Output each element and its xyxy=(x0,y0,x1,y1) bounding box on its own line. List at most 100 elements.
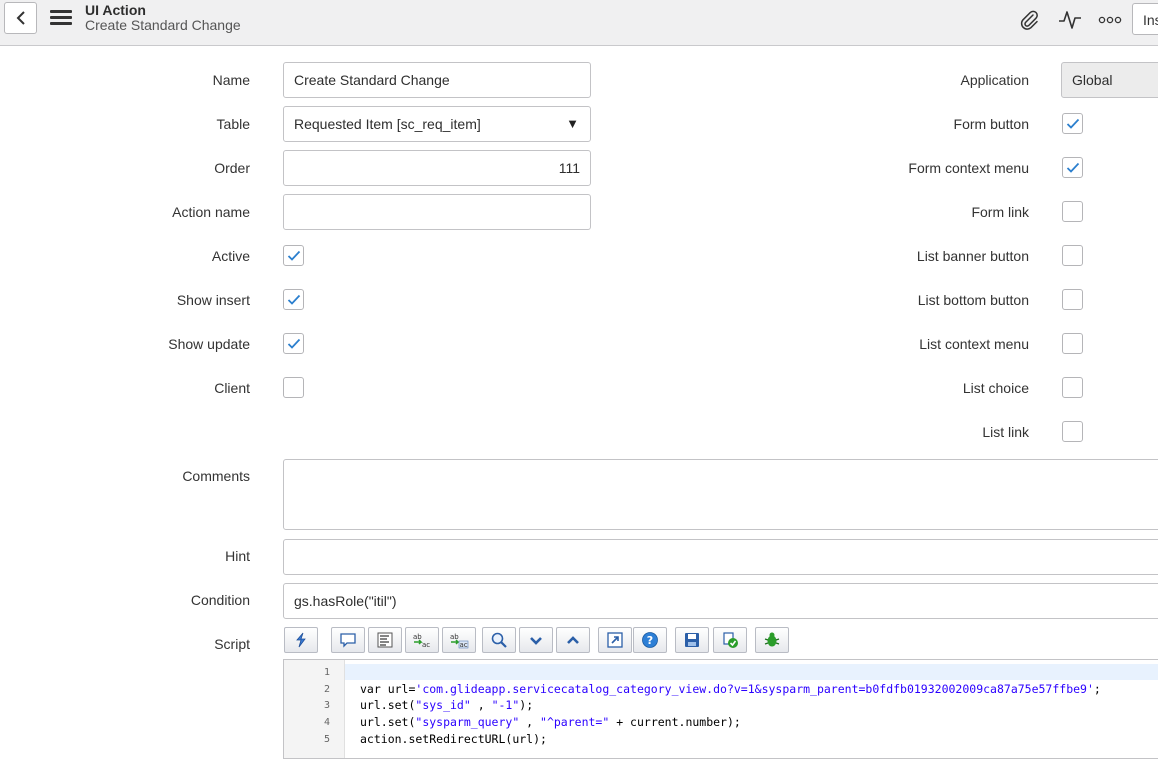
comment-icon xyxy=(340,633,356,648)
comments-textarea[interactable] xyxy=(283,459,1158,530)
search-icon xyxy=(491,632,507,648)
comments-label: Comments xyxy=(182,468,250,484)
svg-text:ac: ac xyxy=(460,641,468,649)
paperclip-icon[interactable] xyxy=(1016,8,1042,32)
code-string-token: "sysparm_query" xyxy=(415,715,520,729)
list-bottom-button-checkbox[interactable] xyxy=(1062,289,1083,310)
table-select[interactable]: Requested Item [sc_req_item] ▼ xyxy=(283,106,591,142)
insert-button[interactable]: Ins xyxy=(1132,3,1158,35)
script-label: Script xyxy=(214,636,250,652)
order-label: Order xyxy=(214,160,250,176)
line-number: 2 xyxy=(323,684,330,695)
hint-label: Hint xyxy=(225,548,250,564)
fold-down-button[interactable] xyxy=(519,627,553,653)
help-icon: ? xyxy=(642,632,658,648)
check-syntax-icon xyxy=(723,632,738,648)
script-editor[interactable]: 1 2 3 4 5 var url='com.glideapp.servicec… xyxy=(283,659,1158,759)
code-string-token: "sys_id" xyxy=(415,698,471,712)
show-update-checkbox[interactable] xyxy=(283,333,304,354)
debug-button[interactable] xyxy=(755,627,789,653)
application-label: Application xyxy=(960,72,1030,88)
chevron-left-icon xyxy=(16,11,25,25)
comment-button[interactable] xyxy=(331,627,365,653)
list-context-menu-checkbox[interactable] xyxy=(1062,333,1083,354)
active-checkbox[interactable] xyxy=(283,245,304,266)
search-button[interactable] xyxy=(482,627,516,653)
format-code-icon xyxy=(296,632,306,648)
code-token: var url= xyxy=(360,682,416,696)
check-syntax-button[interactable] xyxy=(713,627,747,653)
code-string-token: "^parent=" xyxy=(540,715,610,729)
page-subtitle: Create Standard Change xyxy=(85,17,241,33)
line-number: 4 xyxy=(323,717,330,728)
checkmark-icon xyxy=(287,250,300,261)
condition-input[interactable]: gs.hasRole("itil") xyxy=(283,583,1158,619)
checkmark-icon xyxy=(287,294,300,305)
form-button-checkbox[interactable] xyxy=(1062,113,1083,134)
checkmark-icon xyxy=(287,338,300,349)
fold-down-icon xyxy=(530,637,542,645)
show-update-label: Show update xyxy=(168,336,250,352)
line-number: 3 xyxy=(323,700,330,711)
help-button[interactable]: ? xyxy=(633,627,667,653)
code-token: + current.number); xyxy=(609,715,741,729)
svg-text:ab: ab xyxy=(450,633,459,641)
code-token: action.setRedirectURL(url); xyxy=(360,732,547,746)
condition-label: Condition xyxy=(190,592,250,608)
application-field: Global xyxy=(1061,62,1158,98)
show-insert-checkbox[interactable] xyxy=(283,289,304,310)
hamburger-icon[interactable] xyxy=(50,10,72,26)
checkmark-icon xyxy=(1066,118,1079,129)
activity-icon[interactable] xyxy=(1057,8,1083,32)
name-input[interactable]: Create Standard Change xyxy=(283,62,591,98)
active-line-highlight xyxy=(345,664,1158,680)
hint-input[interactable] xyxy=(283,539,1158,575)
code-line: action.setRedirectURL(url); xyxy=(360,732,547,746)
form-context-menu-label: Form context menu xyxy=(908,160,1029,176)
code-token: url.set( xyxy=(360,698,416,712)
code-string-token: "-1" xyxy=(491,698,520,712)
code-line: url.set("sysparm_query" , "^parent=" + c… xyxy=(360,715,741,729)
fold-up-icon xyxy=(567,636,579,644)
code-token: , xyxy=(519,715,541,729)
code-string-token: 'com.glideapp.servicecatalog_category_vi… xyxy=(415,682,1094,696)
text-block-button[interactable] xyxy=(368,627,402,653)
page-title: UI Action xyxy=(85,2,146,18)
client-checkbox[interactable] xyxy=(283,377,304,398)
back-button[interactable] xyxy=(4,2,37,34)
action-name-label: Action name xyxy=(172,204,250,220)
list-banner-button-label: List banner button xyxy=(916,248,1029,264)
replace-button[interactable]: ab ac xyxy=(405,627,439,653)
order-input[interactable]: 111 xyxy=(283,150,591,186)
debug-icon xyxy=(764,632,780,647)
list-link-label: List link xyxy=(982,424,1029,440)
form-header: UI Action Create Standard Change Ins xyxy=(0,0,1158,46)
form-link-checkbox[interactable] xyxy=(1062,201,1083,222)
action-name-input[interactable] xyxy=(283,194,591,230)
active-label: Active xyxy=(211,248,250,264)
save-button[interactable] xyxy=(675,627,709,653)
list-context-menu-label: List context menu xyxy=(919,336,1029,352)
replace-icon: ab ac xyxy=(413,633,430,649)
save-icon xyxy=(685,633,699,647)
code-token: ); xyxy=(519,698,534,712)
form-link-label: Form link xyxy=(971,204,1029,220)
list-banner-button-checkbox[interactable] xyxy=(1062,245,1083,266)
list-choice-checkbox[interactable] xyxy=(1062,377,1083,398)
text-block-icon xyxy=(377,632,393,648)
line-number: 5 xyxy=(323,734,330,745)
list-bottom-button-label: List bottom button xyxy=(917,292,1029,308)
more-options-icon[interactable] xyxy=(1097,8,1123,32)
fullscreen-button[interactable] xyxy=(598,627,632,653)
fullscreen-icon xyxy=(607,632,623,648)
form-context-menu-checkbox[interactable] xyxy=(1062,157,1083,178)
list-choice-label: List choice xyxy=(962,380,1029,396)
replace-all-button[interactable]: ab ac xyxy=(442,627,476,653)
show-insert-label: Show insert xyxy=(176,292,250,308)
list-link-checkbox[interactable] xyxy=(1062,421,1083,442)
dropdown-arrow-icon: ▼ xyxy=(566,116,579,131)
format-code-button[interactable] xyxy=(284,627,318,653)
fold-up-button[interactable] xyxy=(556,627,590,653)
line-number: 1 xyxy=(323,667,330,678)
code-token: , xyxy=(470,698,492,712)
